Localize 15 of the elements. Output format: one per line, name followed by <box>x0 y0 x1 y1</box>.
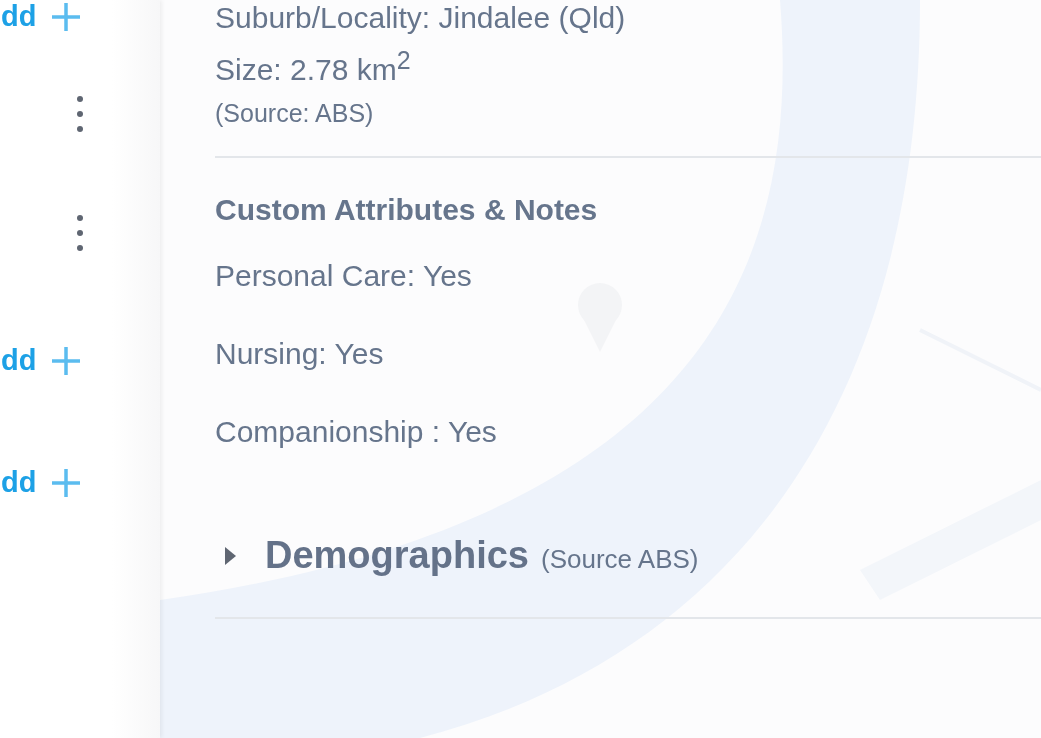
section-title: Custom Attributes & Notes <box>215 192 599 228</box>
caret-right-icon <box>223 544 237 567</box>
locality-text: Suburb/Locality: Jindalee (Qld) <box>215 0 627 36</box>
plus-icon <box>50 344 83 377</box>
size-text: Size: 2.78 km$^{2}$ <box>215 45 412 88</box>
demographics-toggle[interactable]: Demographics (Source ABS) <box>223 534 1041 577</box>
add-button[interactable]: dd <box>1 344 83 377</box>
attribute-text: Companionship : Yes <box>215 414 498 450</box>
attribute-text: Nursing: Yes <box>215 336 385 372</box>
source-text: (Source: ABS) <box>215 98 375 128</box>
add-button[interactable]: dd <box>1 0 83 33</box>
plus-icon <box>50 0 83 33</box>
plus-icon <box>50 466 83 499</box>
attribute-text: Personal Care: Yes <box>215 258 473 294</box>
add-button[interactable]: dd <box>1 466 83 499</box>
